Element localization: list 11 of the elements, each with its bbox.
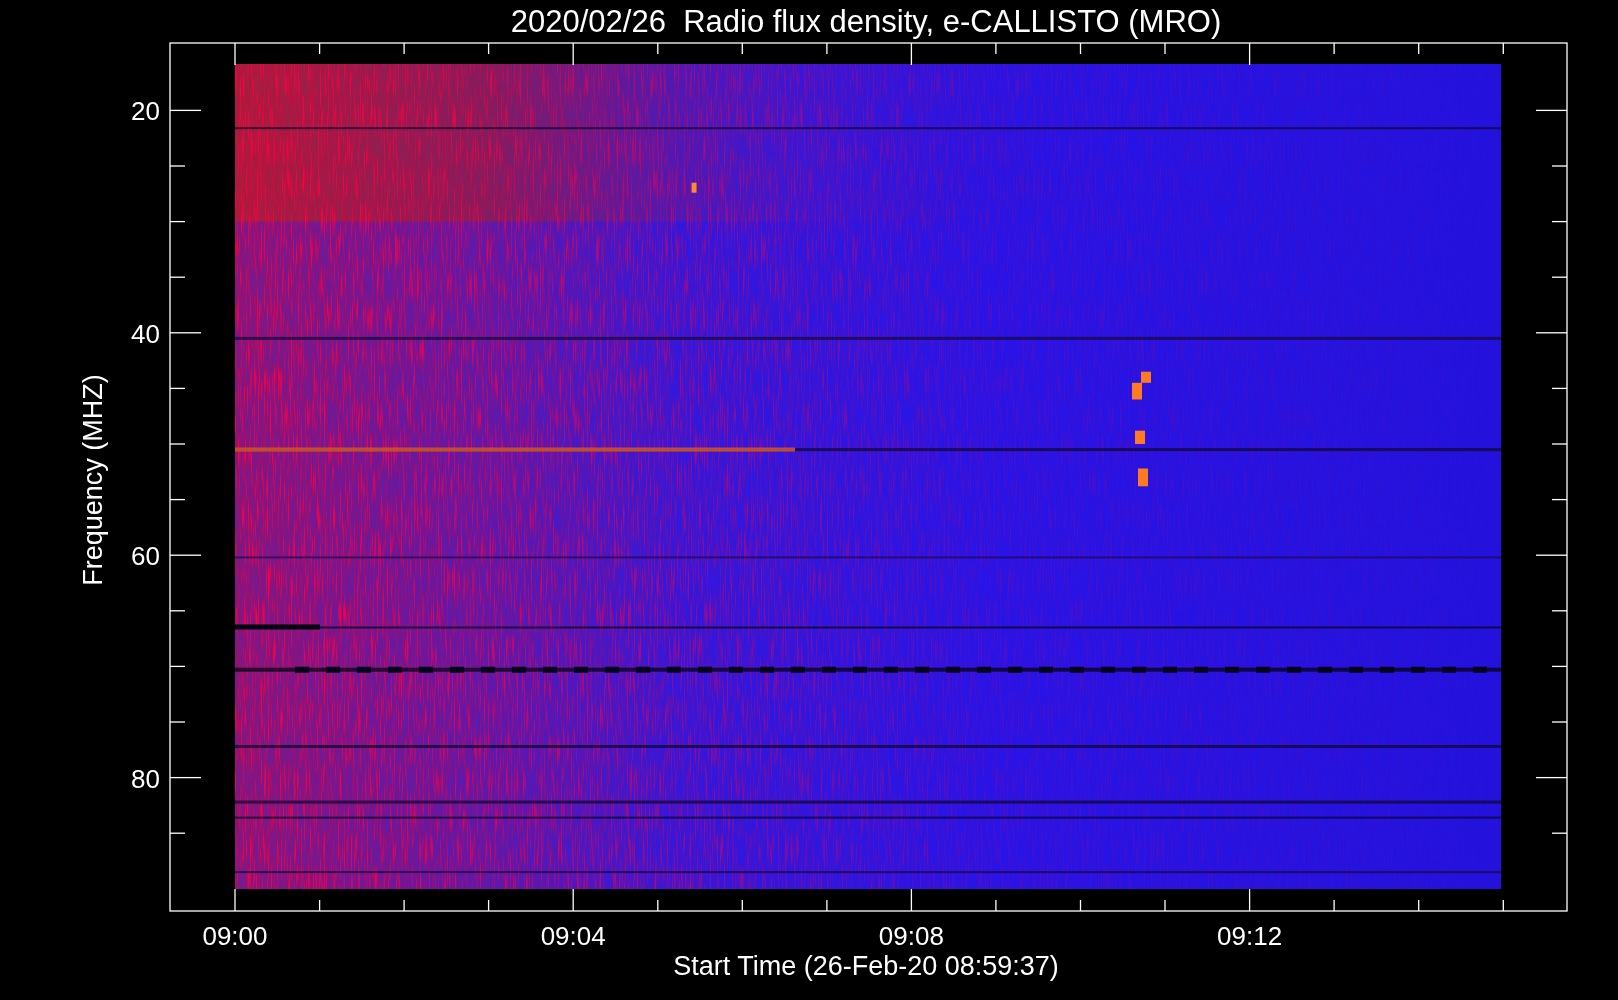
y-tick-label: 20 bbox=[131, 96, 160, 127]
y-tick-label: 80 bbox=[131, 763, 160, 794]
x-tick-label: 09:00 bbox=[202, 921, 268, 951]
x-tick-label: 09:08 bbox=[878, 921, 944, 951]
y-tick-label: 60 bbox=[131, 541, 160, 572]
x-tick-label: 09:12 bbox=[1217, 921, 1283, 951]
y-tick-label: 40 bbox=[131, 318, 160, 349]
x-axis-label: Start Time (26-Feb-20 08:59:37) bbox=[673, 951, 1059, 981]
x-tick-label: 09:04 bbox=[540, 921, 606, 951]
y-axis-label: Frequency (MHZ) bbox=[78, 374, 108, 586]
chart-title: 2020/02/26 Radio flux density, e-CALLISTO (MRO) bbox=[510, 4, 1222, 39]
